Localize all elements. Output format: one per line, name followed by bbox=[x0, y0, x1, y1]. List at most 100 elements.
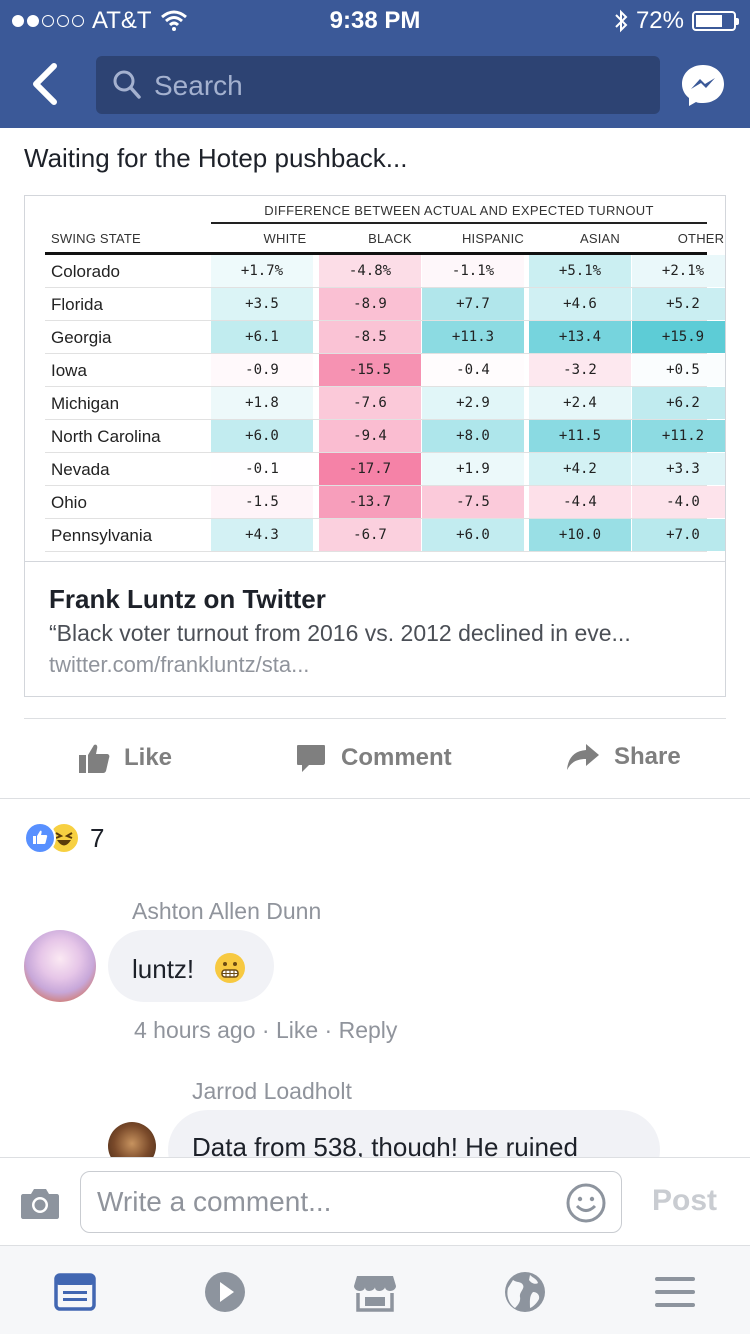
avatar[interactable] bbox=[24, 930, 96, 1002]
reactions-summary[interactable]: 7 bbox=[24, 822, 104, 854]
table-cell: +7.0 bbox=[632, 519, 725, 551]
bluetooth-icon bbox=[615, 9, 628, 33]
table-cell: +1.8 bbox=[211, 387, 313, 419]
table-cell: -8.9 bbox=[319, 288, 421, 320]
state-name: Ohio bbox=[51, 493, 87, 512]
table-cell: +5.1% bbox=[529, 255, 631, 287]
table-cell: -8.5 bbox=[319, 321, 421, 353]
battery-percent: 72% bbox=[635, 7, 684, 34]
share-button[interactable]: Share bbox=[566, 742, 681, 772]
table-row: Ohio -1.5 -13.7 -7.5 -4.4 -4.0 bbox=[45, 486, 725, 519]
meta-separator: · bbox=[324, 1017, 333, 1043]
table-cell: +2.1% bbox=[632, 255, 725, 287]
top-bar: AT&T 9:38 PM 72% Search bbox=[0, 0, 750, 128]
table-column-header: HISPANIC bbox=[461, 231, 525, 246]
table-row: North Carolina +6.0 -9.4 +8.0 +11.5 +11.2 bbox=[45, 420, 725, 453]
table-cell: -0.9 bbox=[211, 354, 313, 386]
table-row: Iowa -0.9 -15.5 -0.4 -3.2 +0.5 bbox=[45, 354, 725, 387]
table-row: Michigan +1.8 -7.6 +2.9 +2.4 +6.2 bbox=[45, 387, 725, 420]
table-cell: +6.2 bbox=[632, 387, 725, 419]
table-title: DIFFERENCE BETWEEN ACTUAL AND EXPECTED T… bbox=[264, 203, 654, 218]
table-column-header: OTHER bbox=[677, 231, 725, 246]
marketplace-icon[interactable] bbox=[353, 1270, 397, 1314]
search-icon bbox=[113, 70, 141, 99]
state-name: Nevada bbox=[51, 460, 110, 479]
messenger-icon[interactable] bbox=[680, 62, 726, 108]
table-cell: +0.5 bbox=[632, 354, 725, 386]
globe-notifications-icon[interactable] bbox=[503, 1270, 547, 1314]
camera-icon[interactable] bbox=[20, 1186, 60, 1220]
table-cell: -7.6 bbox=[319, 387, 421, 419]
table-row: Nevada -0.1 -17.7 +1.9 +4.2 +3.3 bbox=[45, 453, 725, 486]
smiley-icon[interactable] bbox=[565, 1182, 607, 1224]
comment-reply-link[interactable]: Reply bbox=[339, 1017, 398, 1043]
video-play-icon[interactable] bbox=[203, 1270, 247, 1314]
table-row: Florida +3.5 -8.9 +7.7 +4.6 +5.2 bbox=[45, 288, 725, 321]
table-cell: -3.2 bbox=[529, 354, 631, 386]
table-cell: +6.1 bbox=[211, 321, 313, 353]
state-name: Iowa bbox=[51, 361, 87, 380]
comment-bubble: luntz! bbox=[108, 930, 274, 1002]
table-cell: -1.1% bbox=[422, 255, 524, 287]
link-card[interactable]: DIFFERENCE BETWEEN ACTUAL AND EXPECTED T… bbox=[24, 195, 726, 697]
table-cell: -13.7 bbox=[319, 486, 421, 518]
table-cell: +15.9 bbox=[632, 321, 725, 353]
table-title-rule bbox=[211, 222, 707, 224]
table-cell: -1.5 bbox=[211, 486, 313, 518]
comment-input[interactable]: Write a comment... bbox=[80, 1171, 622, 1233]
news-feed-icon[interactable] bbox=[53, 1270, 97, 1314]
table-cell: +2.9 bbox=[422, 387, 524, 419]
table-cell: +4.6 bbox=[529, 288, 631, 320]
comment-like-link[interactable]: Like bbox=[276, 1017, 318, 1043]
post-comment-button[interactable]: Post bbox=[652, 1184, 717, 1218]
table-cell: +13.4 bbox=[529, 321, 631, 353]
link-card-title: Frank Luntz on Twitter bbox=[49, 584, 326, 614]
table-row: Colorado +1.7% -4.8% -1.1% +5.1% +2.1% bbox=[45, 255, 725, 288]
state-name: Florida bbox=[51, 295, 103, 314]
table-cell: +5.2 bbox=[632, 288, 725, 320]
table-cell: +6.0 bbox=[211, 420, 313, 452]
table-column-header: WHITE bbox=[263, 231, 307, 246]
table-cell: +1.9 bbox=[422, 453, 524, 485]
table-cell: +4.2 bbox=[529, 453, 631, 485]
table-cell: +2.4 bbox=[529, 387, 631, 419]
state-name: Pennsylvania bbox=[51, 526, 153, 545]
table-column-header: SWING STATE bbox=[51, 231, 141, 246]
comment-meta: 4 hours ago · Like · Reply bbox=[134, 1017, 397, 1044]
link-card-description: “Black voter turnout from 2016 vs. 2012 … bbox=[49, 620, 631, 646]
table-cell: +11.3 bbox=[422, 321, 524, 353]
post-text: Waiting for the Hotep pushback... bbox=[24, 143, 408, 173]
back-arrow-icon[interactable] bbox=[24, 58, 68, 110]
table-cell: -0.4 bbox=[422, 354, 524, 386]
state-name: North Carolina bbox=[51, 427, 161, 446]
link-card-image: DIFFERENCE BETWEEN ACTUAL AND EXPECTED T… bbox=[25, 196, 725, 562]
thumbs-up-icon bbox=[79, 744, 110, 773]
menu-hamburger-icon[interactable] bbox=[653, 1270, 697, 1314]
table-cell: +11.5 bbox=[529, 420, 631, 452]
table-cell: -15.5 bbox=[319, 354, 421, 386]
like-button[interactable]: Like bbox=[78, 742, 172, 774]
table-cell: +8.0 bbox=[422, 420, 524, 452]
table-cell: -4.4 bbox=[529, 486, 631, 518]
comment-author[interactable]: Ashton Allen Dunn bbox=[132, 898, 321, 925]
table-cell: +6.0 bbox=[422, 519, 524, 551]
state-name: Georgia bbox=[51, 328, 112, 347]
comment-icon bbox=[297, 745, 325, 772]
table-cell: -0.1 bbox=[211, 453, 313, 485]
table-cell: -7.5 bbox=[422, 486, 524, 518]
search-input[interactable]: Search bbox=[96, 56, 660, 114]
post-actions: Like Comment Share bbox=[0, 718, 750, 798]
table-row: Pennsylvania +4.3 -6.7 +6.0 +10.0 +7.0 bbox=[45, 519, 725, 552]
tab-bar bbox=[0, 1245, 750, 1334]
table-cell: +11.2 bbox=[632, 420, 725, 452]
grimace-emoji-icon bbox=[215, 953, 245, 983]
like-reaction-icon bbox=[24, 822, 56, 854]
reply-author[interactable]: Jarrod Loadholt bbox=[192, 1078, 352, 1105]
table-cell: -9.4 bbox=[319, 420, 421, 452]
status-bar: AT&T 9:38 PM 72% bbox=[0, 0, 750, 40]
table-cell: +10.0 bbox=[529, 519, 631, 551]
table-cell: +4.3 bbox=[211, 519, 313, 551]
table-cell: -4.0 bbox=[632, 486, 725, 518]
state-name: Colorado bbox=[51, 262, 120, 281]
comment-button[interactable]: Comment bbox=[295, 742, 452, 774]
